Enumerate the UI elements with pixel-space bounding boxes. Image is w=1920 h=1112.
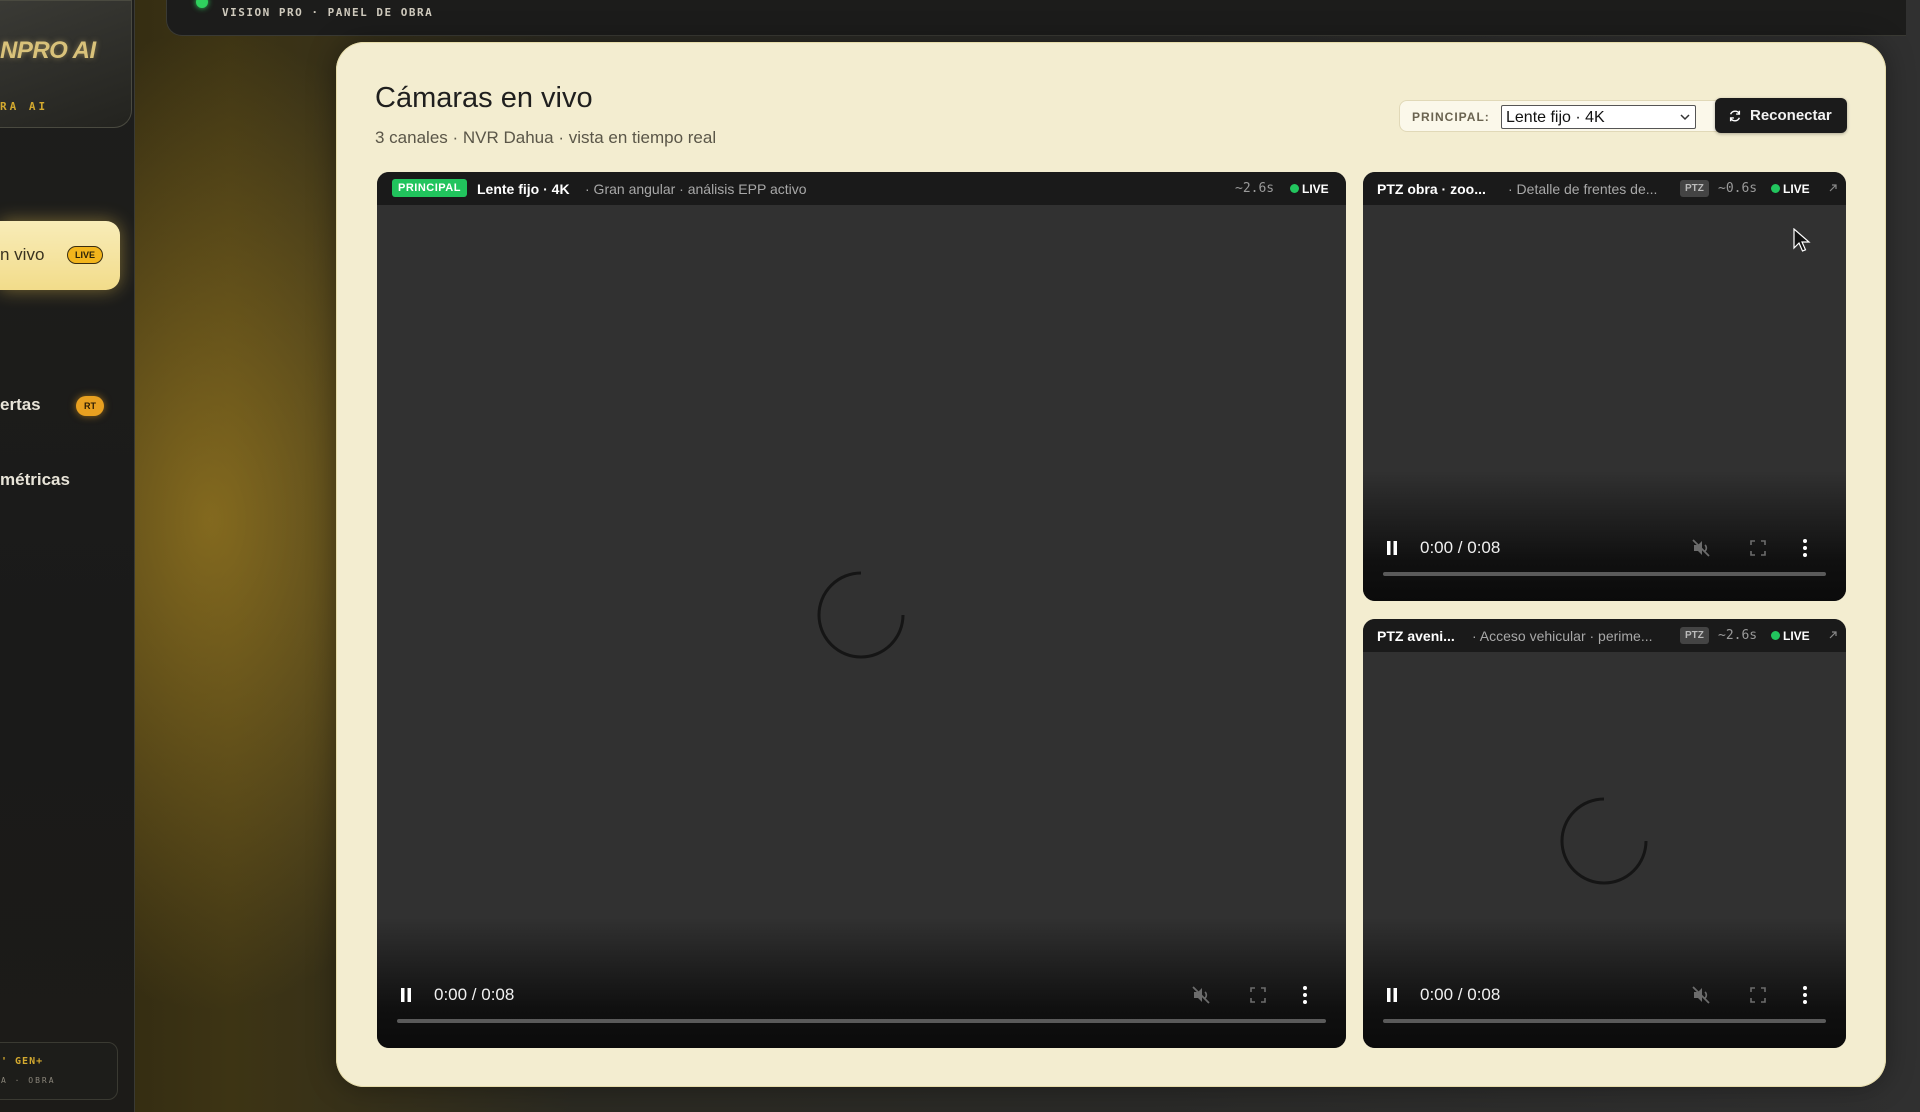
volume-mute-icon[interactable] <box>1190 984 1212 1006</box>
page-title: Cámaras en vivo <box>375 82 593 114</box>
principal-tag: PRINCIPAL <box>392 179 467 197</box>
reconnect-button-label: Reconectar <box>1750 107 1832 124</box>
expand-icon[interactable] <box>1827 629 1839 641</box>
video-time: 0:00 / 0:08 <box>1420 985 1501 1004</box>
expand-icon[interactable] <box>1827 182 1839 194</box>
reconnect-button[interactable]: Reconectar <box>1715 98 1847 133</box>
rt-badge: RT <box>76 396 104 416</box>
sidebar-item-alertas[interactable]: ertas RT <box>0 395 110 419</box>
camera-name: PTZ obra · zoo... <box>1377 181 1486 197</box>
page-subtitle: 3 canales · NVR Dahua · vista en tiempo … <box>375 128 717 147</box>
camera-name: PTZ aveni... <box>1377 628 1455 644</box>
camera-header: PTZ aveni... · Acceso vehicular · perime… <box>1363 619 1846 652</box>
camera-tile-ptz-avenida[interactable]: PTZ aveni... · Acceso vehicular · perime… <box>1363 619 1846 1048</box>
video-controls: 0:00 / 0:08 <box>377 918 1346 1048</box>
principal-select[interactable]: Lente fijo · 4K <box>1501 105 1696 129</box>
video-time: 0:00 / 0:08 <box>434 985 515 1004</box>
ptz-tag: PTZ <box>1680 627 1709 644</box>
camera-header: PTZ obra · zoo... · Detalle de frentes d… <box>1363 172 1846 205</box>
video-controls: 0:00 / 0:08 <box>1363 471 1846 601</box>
sidebar-item-metricas[interactable]: métricas <box>0 470 70 490</box>
live-indicator: LIVE <box>1302 182 1329 196</box>
video-time: 0:00 / 0:08 <box>1420 538 1501 557</box>
video-progress-bar[interactable] <box>1383 572 1826 576</box>
brand-logo: NPRO AI <box>0 37 96 64</box>
ptz-tag: PTZ <box>1680 180 1709 197</box>
mouse-cursor-icon <box>1793 228 1811 252</box>
sidebar-item-label: ertas <box>0 395 41 414</box>
cameras-panel: Cámaras en vivo 3 canales · NVR Dahua · … <box>336 42 1886 1087</box>
video-progress-bar[interactable] <box>1383 1019 1826 1023</box>
live-dot-icon <box>1290 184 1299 193</box>
more-vertical-icon[interactable] <box>1801 538 1809 558</box>
live-indicator: LIVE <box>1783 182 1810 196</box>
footer-line-2: A · OBRA <box>1 1076 56 1085</box>
sidebar: NPRO AI RA AI n vivo LIVE ertas RT métri… <box>0 0 135 1112</box>
sidebar-item-label: n vivo <box>0 245 45 264</box>
principal-selector: PRINCIPAL: Lente fijo · 4K <box>1399 100 1742 132</box>
sidebar-item-camaras-en-vivo[interactable]: n vivo LIVE <box>0 221 120 290</box>
volume-mute-icon[interactable] <box>1690 537 1712 559</box>
loading-spinner-icon <box>1560 797 1648 885</box>
pause-icon[interactable] <box>1385 987 1399 1003</box>
camera-description: · Detalle de frentes de... <box>1508 181 1658 197</box>
more-vertical-icon[interactable] <box>1301 985 1309 1005</box>
camera-header: PRINCIPAL Lente fijo · 4K · Gran angular… <box>377 172 1346 205</box>
refresh-icon <box>1729 110 1741 122</box>
fullscreen-icon[interactable] <box>1249 986 1267 1004</box>
footer-line-1: ' GEN+ <box>1 1056 44 1067</box>
fullscreen-icon[interactable] <box>1749 539 1767 557</box>
loading-spinner-icon <box>817 571 905 659</box>
brand-subtitle: RA AI <box>0 100 49 113</box>
camera-description: · Acceso vehicular · perime... <box>1472 628 1653 644</box>
pause-icon[interactable] <box>1385 540 1399 556</box>
camera-description: · Gran angular · análisis EPP activo <box>585 181 807 197</box>
sidebar-footer-card: ' GEN+ A · OBRA <box>0 1042 118 1100</box>
camera-tile-principal[interactable]: PRINCIPAL Lente fijo · 4K · Gran angular… <box>377 172 1346 1048</box>
live-badge: LIVE <box>67 246 104 264</box>
principal-label: PRINCIPAL: <box>1412 110 1490 124</box>
top-bar: VISION PRO · PANEL DE OBRA <box>166 0 1906 36</box>
camera-latency: ~2.6s <box>1718 628 1758 643</box>
camera-name: Lente fijo · 4K <box>477 181 570 197</box>
live-indicator: LIVE <box>1783 629 1810 643</box>
status-dot-icon <box>196 0 208 8</box>
camera-tile-ptz-obra[interactable]: PTZ obra · zoo... · Detalle de frentes d… <box>1363 172 1846 601</box>
fullscreen-icon[interactable] <box>1749 986 1767 1004</box>
camera-latency: ~0.6s <box>1718 181 1758 196</box>
chevron-down-icon <box>1680 114 1690 121</box>
top-bar-title: VISION PRO · PANEL DE OBRA <box>222 6 434 19</box>
volume-mute-icon[interactable] <box>1690 984 1712 1006</box>
video-progress-bar[interactable] <box>397 1019 1326 1023</box>
more-vertical-icon[interactable] <box>1801 985 1809 1005</box>
principal-select-value: Lente fijo · 4K <box>1506 109 1605 126</box>
live-dot-icon <box>1771 184 1780 193</box>
brand-block: NPRO AI RA AI <box>0 0 132 128</box>
camera-latency: ~2.6s <box>1235 181 1275 196</box>
live-dot-icon <box>1771 631 1780 640</box>
video-controls: 0:00 / 0:08 <box>1363 918 1846 1048</box>
pause-icon[interactable] <box>399 987 413 1003</box>
